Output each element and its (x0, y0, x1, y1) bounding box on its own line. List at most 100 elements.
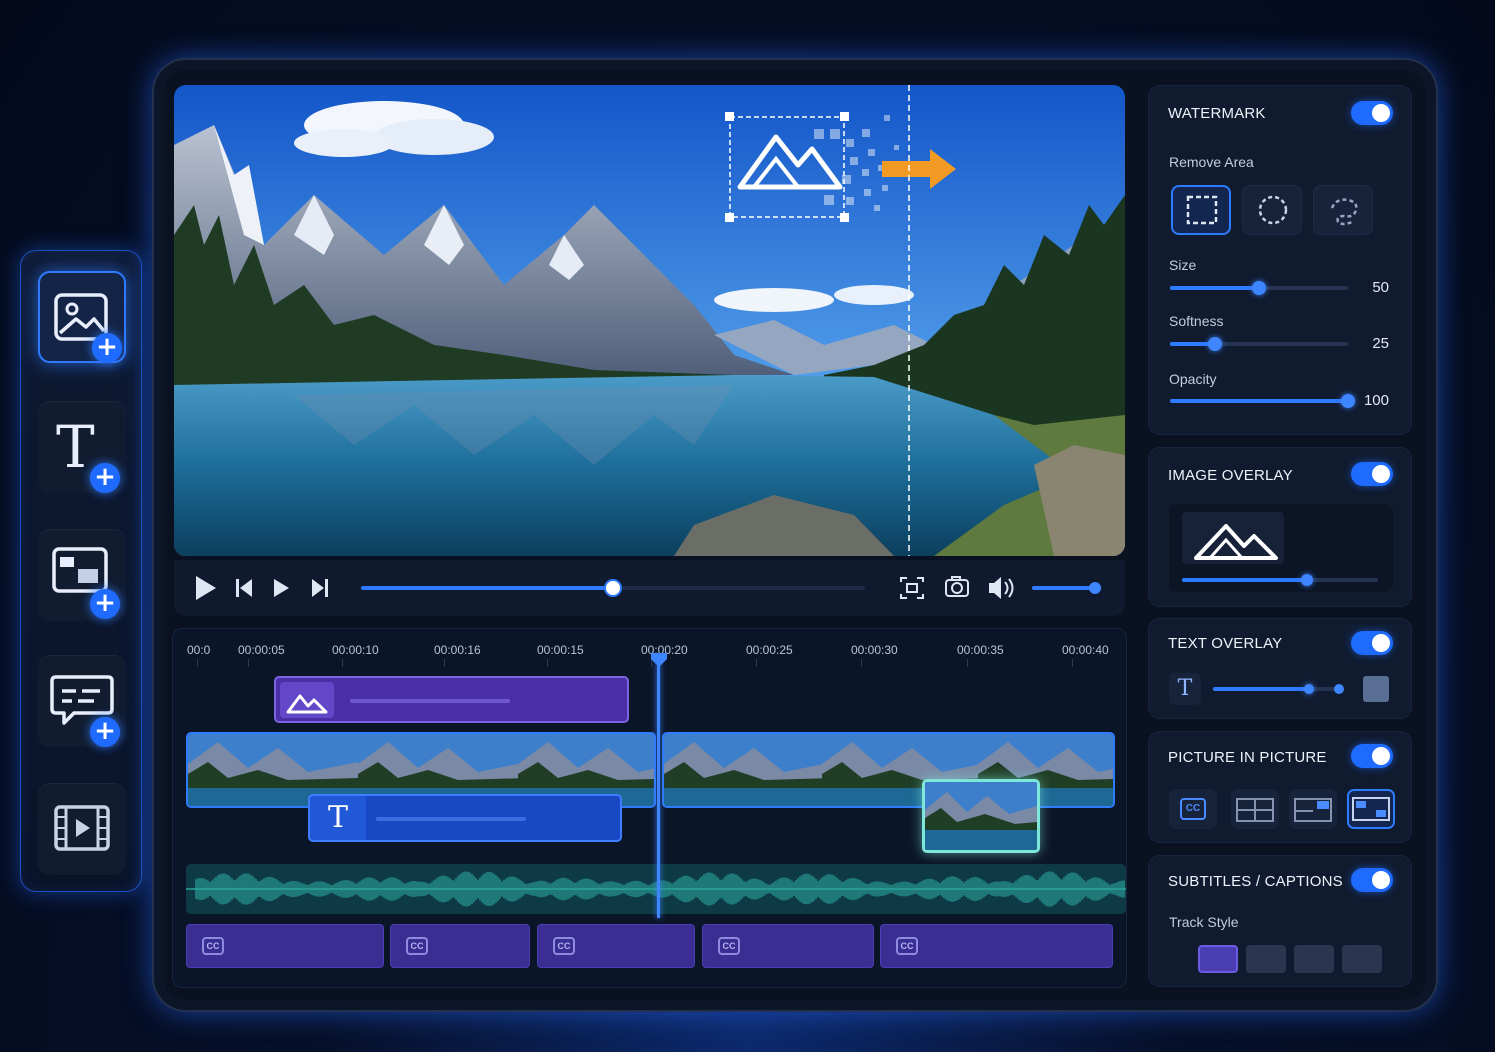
camera-icon[interactable] (945, 576, 969, 597)
text-icon: T (310, 796, 366, 840)
plus-icon: + (92, 333, 122, 363)
add-text-button[interactable]: T + (38, 401, 126, 493)
image-overlay-clip[interactable] (274, 676, 629, 723)
subtitles-toggle[interactable] (1351, 868, 1393, 892)
cc-icon: CC (1180, 798, 1206, 820)
skip-back-icon[interactable] (236, 579, 252, 597)
size-value: 50 (1372, 279, 1389, 296)
subtitles-card: SUBTITLES / CAPTIONS Track Style (1148, 855, 1412, 987)
caption-clip[interactable]: CC (880, 924, 1113, 968)
add-pip-button[interactable]: + (38, 529, 126, 621)
video-preview[interactable] (174, 85, 1125, 556)
plus-icon: + (90, 589, 120, 619)
step-forward-icon[interactable] (274, 579, 289, 597)
softness-slider[interactable] (1170, 337, 1348, 351)
text-size-slider[interactable] (1213, 684, 1338, 694)
mountain-icon (280, 682, 334, 718)
ruler-tick-label: 00:00:10 (332, 643, 379, 657)
circle-select-button[interactable] (1242, 185, 1302, 235)
ruler-tick-label: 00:00:15 (537, 643, 584, 657)
pip-layout-2-button[interactable] (1289, 789, 1337, 829)
pip-title: PICTURE IN PICTURE (1168, 749, 1327, 766)
pip-layout-3-button[interactable] (1347, 789, 1395, 829)
ruler-tick-label: 00:0 (187, 643, 211, 657)
video-thumbnails (664, 734, 1113, 806)
image-overlay-toggle[interactable] (1351, 462, 1393, 486)
ruler-tick (967, 659, 968, 667)
skip-forward-icon[interactable] (312, 579, 328, 597)
text-overlay-toggle[interactable] (1351, 631, 1393, 655)
play-icon[interactable] (196, 576, 216, 600)
fullscreen-icon[interactable] (900, 577, 924, 599)
text-overlay-title: TEXT OVERLAY (1168, 635, 1283, 652)
pip-thumbnail (925, 782, 1037, 850)
ruler-tick (1072, 659, 1073, 667)
track-style-swatch-4[interactable] (1342, 945, 1382, 973)
ruler-tick (248, 659, 249, 667)
mountain-icon (1182, 512, 1284, 564)
ruler-tick (861, 659, 862, 667)
subtitles-title: SUBTITLES / CAPTIONS (1168, 873, 1343, 890)
text-icon[interactable]: T (1169, 673, 1201, 705)
pip-layout-1-button[interactable] (1231, 789, 1279, 829)
ruler-tick (756, 659, 757, 667)
media-library-button[interactable] (38, 783, 126, 875)
opacity-label: Opacity (1169, 371, 1217, 387)
opacity-slider[interactable] (1170, 394, 1355, 408)
scrubber[interactable] (361, 579, 865, 597)
volume-icon[interactable] (989, 577, 1014, 599)
ruler-tick (444, 659, 445, 667)
caption-clip[interactable]: CC (186, 924, 384, 968)
circle-select-icon (1258, 195, 1288, 225)
ruler-tick-label: 00:00:05 (238, 643, 285, 657)
playhead[interactable] (657, 656, 660, 918)
lasso-select-button[interactable] (1313, 185, 1373, 235)
color-dot[interactable] (1334, 684, 1344, 694)
opacity-value: 100 (1363, 392, 1389, 409)
pip-toggle[interactable] (1351, 744, 1393, 768)
plus-icon: + (90, 463, 120, 493)
pip-layout-icon (1294, 798, 1332, 822)
text-overlay-clip[interactable]: T (308, 794, 622, 842)
size-label: Size (1169, 257, 1197, 273)
rectangle-select-icon (1186, 195, 1218, 225)
cc-icon: CC (718, 937, 740, 955)
remove-area-label: Remove Area (1169, 154, 1254, 170)
track-style-swatch-3[interactable] (1294, 945, 1334, 973)
ruler-tick-label: 00:00:30 (851, 643, 898, 657)
cc-icon: CC (406, 937, 428, 955)
video-clip-2[interactable] (662, 732, 1115, 808)
track-style-swatch-1[interactable] (1198, 945, 1238, 973)
audio-track[interactable] (186, 864, 1126, 914)
add-image-button[interactable]: + (38, 271, 126, 363)
track-style-label: Track Style (1169, 914, 1239, 930)
caption-clip[interactable]: CC (537, 924, 695, 968)
ruler-tick (342, 659, 343, 667)
text-overlay-card: TEXT OVERLAY T (1148, 618, 1412, 719)
playhead-handle-icon[interactable] (650, 652, 668, 668)
ruler-tick-label: 00:00:35 (957, 643, 1004, 657)
watermark-toggle[interactable] (1351, 101, 1393, 125)
add-caption-button[interactable]: + (38, 655, 126, 747)
pip-cc-button[interactable]: CC (1169, 789, 1217, 829)
landscape-image (174, 85, 1125, 556)
cc-icon: CC (896, 937, 918, 955)
pip-card: PICTURE IN PICTURE CC (1148, 731, 1412, 843)
volume-slider[interactable] (1032, 582, 1102, 594)
overlay-preview[interactable] (1169, 504, 1393, 592)
size-slider[interactable] (1170, 281, 1348, 295)
rectangle-select-button[interactable] (1171, 185, 1231, 235)
ruler-tick (547, 659, 548, 667)
audio-waveform (186, 871, 1126, 907)
pip-clip[interactable] (922, 779, 1040, 853)
ruler-tick (197, 659, 198, 667)
overlay-opacity-slider[interactable] (1182, 574, 1378, 586)
caption-clip[interactable]: CC (702, 924, 874, 968)
text-color-swatch[interactable] (1363, 676, 1389, 702)
plus-icon: + (90, 717, 120, 747)
ruler-tick-label: 00:00:25 (746, 643, 793, 657)
film-icon (54, 805, 110, 851)
track-style-swatch-2[interactable] (1246, 945, 1286, 973)
lasso-select-icon (1330, 198, 1358, 226)
caption-clip[interactable]: CC (390, 924, 530, 968)
